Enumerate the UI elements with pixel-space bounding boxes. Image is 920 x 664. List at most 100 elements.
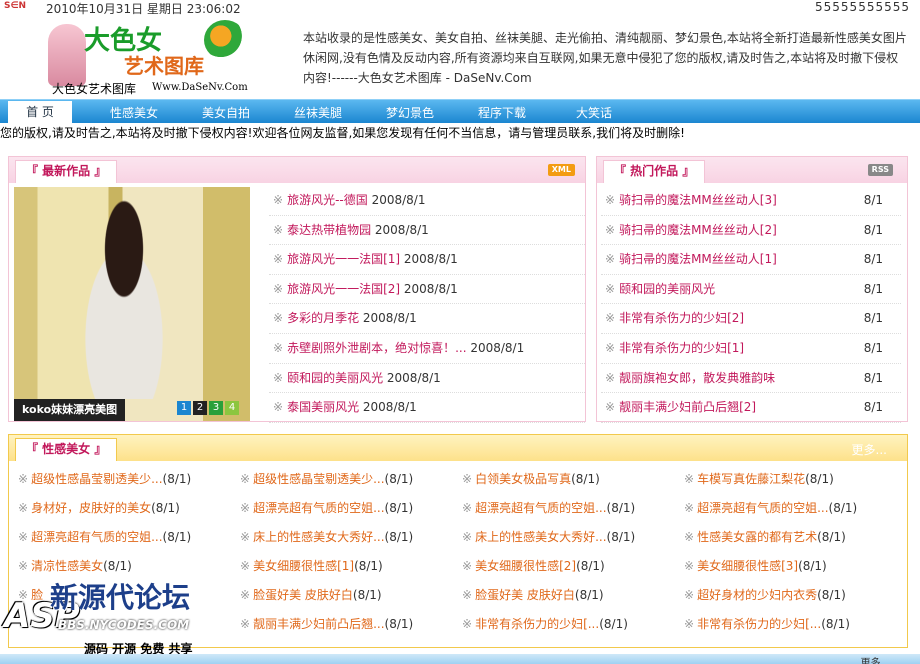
featured-photo[interactable]: koko妹妹漂亮美图 [14, 187, 250, 421]
grid-item[interactable]: ※ 超漂亮超有气质的空姐...(8/1) [18, 528, 191, 545]
nav-item-scenery[interactable]: 梦幻景色 [386, 104, 434, 121]
grid-item[interactable]: ※ 性感美女露的都有艺术(8/1) [684, 528, 846, 545]
item-title[interactable]: 非常有杀伤力的少妇[... [697, 617, 821, 631]
item-title[interactable]: 泰国美丽风光 [287, 400, 359, 414]
item-title[interactable]: 旅游风光--德国 [287, 193, 368, 207]
item-title[interactable]: 非常有杀伤力的少妇[1] [619, 341, 744, 355]
pager-4[interactable]: 4 [225, 401, 239, 415]
grid-item[interactable]: ※ 白领美女极品写真(8/1) [462, 470, 600, 487]
list-item[interactable]: ※ 骑扫帚的魔法MM丝丝动人[1] 8/1 [601, 245, 901, 275]
grid-item[interactable]: ※ 身材好，皮肤好的美女(8/1) [18, 499, 180, 516]
list-item[interactable]: ※ 旅游风光一一法国[2] 2008/8/1 [269, 275, 585, 305]
item-title[interactable]: 脸蛋好美 皮肤好白 [475, 588, 575, 602]
grid-item[interactable]: ※ 美女细腰很性感[3](8/1) [684, 557, 827, 574]
grid-item[interactable]: ※ 非常有杀伤力的少妇[...(8/1) [684, 615, 850, 632]
item-title[interactable]: 旅游风光一一法国[2] [287, 282, 400, 296]
grid-item[interactable]: ※ 超漂亮超有气质的空姐...(8/1) [462, 499, 635, 516]
item-title[interactable]: 超级性感晶莹剔透美少... [253, 472, 384, 486]
grid-item[interactable]: ※ 超漂亮超有气质的空姐...(8/1) [684, 499, 857, 516]
list-item[interactable]: ※ 靓丽旗袍女郎，散发典雅韵味 8/1 [601, 364, 901, 394]
grid-item[interactable]: ※ 超好身材的少妇内衣秀(8/1) [684, 586, 846, 603]
item-title[interactable]: 超漂亮超有气质的空姐... [697, 501, 828, 515]
item-title[interactable]: 多彩的月季花 [287, 311, 359, 325]
list-item[interactable]: ※ 骑扫帚的魔法MM丝丝动人[2] 8/1 [601, 216, 901, 246]
grid-item[interactable]: ※ 美女细腰很性感[1](8/1) [240, 557, 383, 574]
item-title[interactable]: 超漂亮超有气质的空姐... [31, 530, 162, 544]
item-title[interactable]: 泰达热带植物园 [287, 223, 371, 237]
grid-item[interactable]: ※ 脸蛋好美 皮肤好白(8/1) [240, 586, 382, 603]
grid-item[interactable]: ※ 超级性感晶莹剔透美少...(8/1) [18, 470, 191, 487]
more-link[interactable]: 更多... [852, 441, 887, 458]
item-title[interactable]: 骑扫帚的魔法MM丝丝动人[2] [619, 223, 777, 237]
pager-2[interactable]: 2 [193, 401, 207, 415]
list-item[interactable]: ※ 多彩的月季花 2008/8/1 [269, 304, 585, 334]
pager-3[interactable]: 3 [209, 401, 223, 415]
list-item[interactable]: ※ 旅游风光--德国 2008/8/1 [269, 186, 585, 216]
item-title[interactable]: 白领美女极品写真 [475, 472, 571, 486]
grid-item[interactable]: ※ 脸蛋好美 皮肤好白(8/1) [462, 586, 604, 603]
nav-item-selfie[interactable]: 美女自拍 [202, 104, 250, 121]
item-title[interactable]: 靓丽旗袍女郎，散发典雅韵味 [619, 371, 775, 385]
item-title[interactable]: 骑扫帚的魔法MM丝丝动人[3] [619, 193, 777, 207]
item-title[interactable]: 美女细腰很性感[1] [253, 559, 354, 573]
bottom-more-link[interactable]: 更多... [860, 654, 890, 664]
grid-item[interactable]: ※ 靓丽丰满少妇前凸后翘...(8/1) [240, 615, 413, 632]
list-item[interactable]: ※ 非常有杀伤力的少妇[2] 8/1 [601, 304, 901, 334]
item-title[interactable]: 性感美女露的都有艺术 [697, 530, 817, 544]
bullet-icon: ※ [18, 559, 29, 573]
list-item[interactable]: ※ 骑扫帚的魔法MM丝丝动人[3] 8/1 [601, 186, 901, 216]
item-title[interactable]: 超级性感晶莹剔透美少... [31, 472, 162, 486]
item-title[interactable]: 车模写真佐藤江梨花 [697, 472, 805, 486]
logo-subtitle: 艺术图库 [124, 54, 204, 78]
grid-item[interactable]: ※ 车模写真佐藤江梨花(8/1) [684, 470, 834, 487]
list-item[interactable]: ※ 靓丽丰满少妇前凸后翘[2] 8/1 [601, 393, 901, 423]
item-title[interactable]: 美女细腰很性感[2] [475, 559, 576, 573]
grid-item[interactable]: ※ 美女细腰很性感[2](8/1) [462, 557, 605, 574]
list-item[interactable]: ※ 旅游风光一一法国[1] 2008/8/1 [269, 245, 585, 275]
item-title[interactable]: 颐和园的美丽风光 [287, 371, 383, 385]
nav-item-download[interactable]: 程序下载 [478, 104, 526, 121]
photo-caption[interactable]: koko妹妹漂亮美图 [14, 399, 126, 421]
item-title[interactable]: 旅游风光一一法国[1] [287, 252, 400, 266]
item-title[interactable]: 靓丽丰满少妇前凸后翘[2] [619, 400, 756, 414]
list-item[interactable]: ※ 颐和园的美丽风光 2008/8/1 [269, 364, 585, 394]
item-title[interactable]: 床上的性感美女大秀好... [475, 530, 606, 544]
item-title[interactable]: 美女细腰很性感[3] [697, 559, 798, 573]
nav-item-sexy[interactable]: 性感美女 [110, 104, 158, 121]
rss-badge-icon[interactable]: RSS [867, 164, 893, 176]
item-title[interactable]: 颐和园的美丽风光 [619, 282, 715, 296]
item-title[interactable]: 骑扫帚的魔法MM丝丝动人[1] [619, 252, 777, 266]
list-item[interactable]: ※ 非常有杀伤力的少妇[1] 8/1 [601, 334, 901, 364]
item-title[interactable]: 靓丽丰满少妇前凸后翘... [253, 617, 384, 631]
item-title[interactable]: 超漂亮超有气质的空姐... [475, 501, 606, 515]
list-item[interactable]: ※ 赤壁剧照外泄剧本，绝对惊喜！... 2008/8/1 [269, 334, 585, 364]
list-item[interactable]: ※ 泰国美丽风光 2008/8/1 [269, 393, 585, 423]
pager-1[interactable]: 1 [177, 401, 191, 415]
item-title[interactable]: 非常有杀伤力的少妇[... [475, 617, 599, 631]
nav-home[interactable]: 首 页 [8, 101, 72, 124]
sexy-beauty-title: 『 性感美女 』 [15, 438, 118, 461]
grid-item[interactable]: ※ 床上的性感美女大秀好...(8/1) [240, 528, 413, 545]
item-title[interactable]: 身材好，皮肤好的美女 [31, 501, 151, 515]
item-title[interactable]: 非常有杀伤力的少妇[2] [619, 311, 744, 325]
item-date: 8/1 [863, 281, 883, 296]
list-item[interactable]: ※ 泰达热带植物园 2008/8/1 [269, 216, 585, 246]
grid-item[interactable]: ※ 床上的性感美女大秀好...(8/1) [462, 528, 635, 545]
item-title[interactable]: 脸蛋好美 皮肤好白 [253, 588, 353, 602]
item-title[interactable]: 床上的性感美女大秀好... [253, 530, 384, 544]
item-title[interactable]: 超漂亮超有气质的空姐... [253, 501, 384, 515]
list-item[interactable]: ※ 颐和园的美丽风光 8/1 [601, 275, 901, 305]
grid-item[interactable]: ※ 超漂亮超有气质的空姐...(8/1) [240, 499, 413, 516]
grid-item[interactable]: ※ 非常有杀伤力的少妇[...(8/1) [462, 615, 628, 632]
grid-item[interactable]: ※ 清凉性感美女(8/1) [18, 557, 132, 574]
nav-item-jokes[interactable]: 大笑话 [576, 104, 612, 121]
bullet-icon: ※ [273, 400, 284, 415]
xml-badge-icon[interactable]: XML [547, 164, 575, 176]
item-title[interactable]: 赤壁剧照外泄剧本，绝对惊喜！... [287, 341, 466, 355]
item-date: (8/1) [599, 617, 628, 631]
item-title[interactable]: 超好身材的少妇内衣秀 [697, 588, 817, 602]
nav-item-stockings[interactable]: 丝袜美腿 [294, 104, 342, 121]
grid-item[interactable]: ※ 超级性感晶莹剔透美少...(8/1) [240, 470, 413, 487]
item-title[interactable]: 清凉性感美女 [31, 559, 103, 573]
hot-works-title: 『 热门作品 』 [603, 160, 706, 183]
